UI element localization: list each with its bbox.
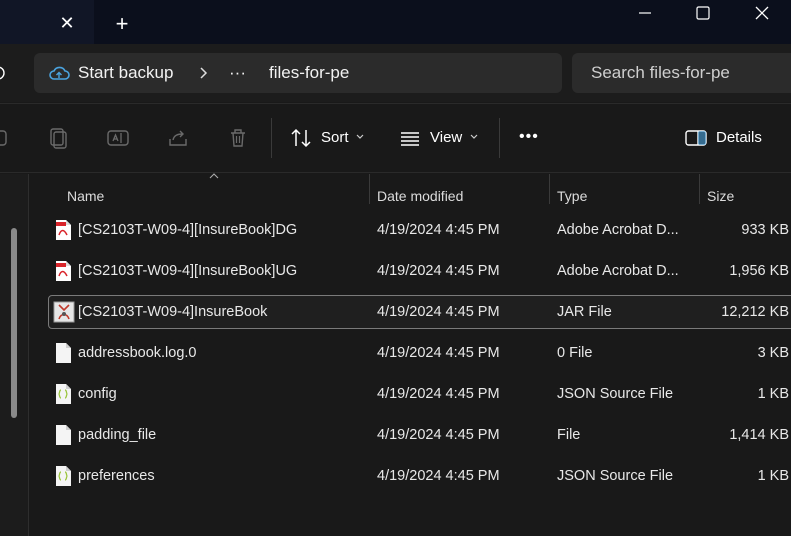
file-type: Adobe Acrobat D... (557, 222, 679, 238)
cloud-backup-icon (49, 66, 70, 80)
new-tab-button[interactable]: + (110, 12, 134, 36)
file-name: config (78, 386, 117, 402)
chevron-down-icon (356, 134, 364, 139)
file-name: [CS2103T-W09-4]InsureBook (78, 304, 268, 320)
file-date: 4/19/2024 4:45 PM (377, 263, 500, 279)
rename-icon[interactable] (106, 126, 130, 150)
file-size: 1 KB (757, 386, 789, 402)
jar-icon (53, 301, 75, 323)
file-date: 4/19/2024 4:45 PM (377, 386, 500, 402)
file-type: JSON Source File (557, 468, 674, 484)
file-type: File (557, 427, 581, 443)
share-icon[interactable] (166, 126, 190, 150)
file-size: 1,414 KB (729, 427, 789, 443)
nav-scrollbar[interactable] (11, 228, 17, 418)
json-icon (56, 466, 71, 486)
details-button[interactable]: Details (716, 129, 762, 147)
file-date: 4/19/2024 4:45 PM (377, 427, 500, 443)
chevron-down-icon (470, 134, 478, 139)
file-row-selected[interactable]: [CS2103T-W09-4]InsureBook 4/19/2024 4:45… (48, 295, 791, 329)
search-input[interactable]: Search files-for-pe (591, 63, 730, 83)
toolbar-divider (271, 118, 272, 158)
file-row[interactable]: padding_file 4/19/2024 4:45 PM File 1,41… (48, 418, 791, 452)
column-divider[interactable] (699, 174, 700, 204)
breadcrumb-start-backup[interactable]: Start backup (78, 63, 173, 83)
column-header-date[interactable]: Date modified (377, 188, 463, 204)
cut-icon[interactable] (0, 126, 14, 150)
file-size: 1 KB (757, 468, 789, 484)
json-icon (56, 384, 71, 404)
file-type: Adobe Acrobat D... (557, 263, 679, 279)
file-name: [CS2103T-W09-4][InsureBook]DG (78, 222, 298, 238)
file-date: 4/19/2024 4:45 PM (377, 304, 500, 320)
pdf-icon (56, 220, 71, 240)
view-button[interactable]: View (430, 129, 462, 147)
refresh-icon[interactable] (0, 62, 10, 84)
tab-current[interactable] (0, 0, 94, 44)
column-header-name[interactable]: Name (67, 188, 104, 204)
file-row[interactable]: [CS2103T-W09-4][InsureBook]DG 4/19/2024 … (48, 213, 791, 247)
copy-icon[interactable] (46, 126, 70, 150)
file-row[interactable]: preferences 4/19/2024 4:45 PM JSON Sourc… (48, 459, 791, 493)
file-size: 933 KB (741, 222, 789, 238)
file-type: JSON Source File (557, 386, 674, 402)
file-icon (56, 425, 71, 445)
column-divider[interactable] (369, 174, 370, 204)
details-pane-icon[interactable] (684, 126, 708, 150)
column-divider[interactable] (549, 174, 550, 204)
file-row[interactable]: addressbook.log.0 4/19/2024 4:45 PM 0 Fi… (48, 336, 791, 370)
view-icon[interactable] (398, 126, 422, 150)
file-row[interactable]: [CS2103T-W09-4][InsureBook]UG 4/19/2024 … (48, 254, 791, 288)
tab-close-button[interactable]: ✕ (56, 12, 78, 34)
delete-icon[interactable] (226, 126, 250, 150)
column-header-size[interactable]: Size (707, 188, 734, 204)
sort-button[interactable]: Sort (321, 129, 349, 147)
file-date: 4/19/2024 4:45 PM (377, 345, 500, 361)
file-name: [CS2103T-W09-4][InsureBook]UG (78, 263, 298, 279)
chevron-right-icon[interactable] (196, 64, 210, 82)
minimize-button[interactable] (622, 0, 668, 26)
file-date: 4/19/2024 4:45 PM (377, 468, 500, 484)
breadcrumb-current-folder[interactable]: files-for-pe (269, 63, 349, 83)
file-name: preferences (78, 468, 155, 484)
breadcrumb-overflow-button[interactable]: ··· (229, 63, 246, 83)
file-name: addressbook.log.0 (78, 345, 197, 361)
sort-icon[interactable] (289, 126, 313, 150)
file-size: 1,956 KB (729, 263, 789, 279)
file-icon (56, 343, 71, 363)
sort-ascending-icon (209, 173, 219, 179)
file-size: 3 KB (757, 345, 789, 361)
toolbar-divider (499, 118, 500, 158)
file-row[interactable]: config 4/19/2024 4:45 PM JSON Source Fil… (48, 377, 791, 411)
close-window-button[interactable] (738, 0, 784, 26)
file-name: padding_file (78, 427, 157, 443)
file-type: 0 File (557, 345, 593, 361)
file-date: 4/19/2024 4:45 PM (377, 222, 500, 238)
pdf-icon (56, 261, 71, 281)
maximize-button[interactable] (680, 0, 726, 26)
file-type: JAR File (557, 304, 612, 320)
more-options-button[interactable]: ••• (519, 128, 539, 146)
column-header-type[interactable]: Type (557, 188, 587, 204)
file-size: 12,212 KB (721, 304, 789, 320)
